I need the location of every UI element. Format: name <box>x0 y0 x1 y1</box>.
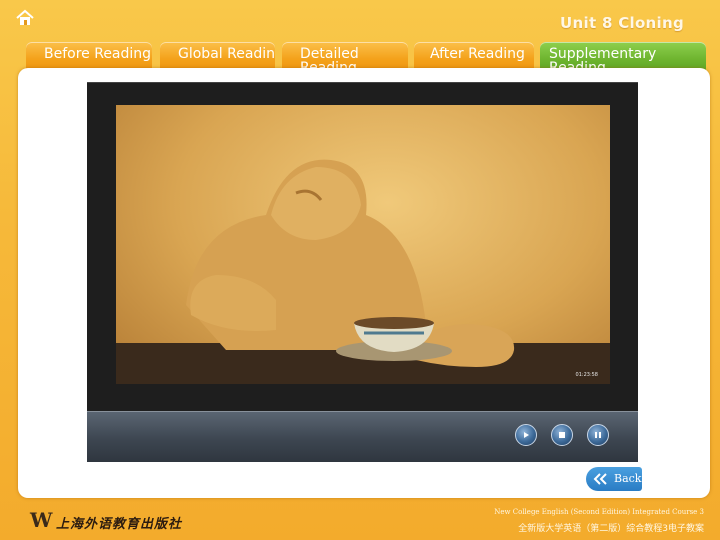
tab-supplementary-reading[interactable]: Supplementary Reading <box>540 42 706 70</box>
stop-icon <box>559 432 565 438</box>
home-icon[interactable] <box>15 9 35 27</box>
tab-detailed-reading[interactable]: Detailed Reading <box>282 42 408 70</box>
play-icon <box>524 432 529 438</box>
back-button[interactable]: Back <box>586 467 642 491</box>
back-label: Back <box>614 472 642 485</box>
publisher-name: 上海外语教育出版社 <box>56 517 183 532</box>
unit-title: Unit 8 Cloning <box>560 14 684 32</box>
video-frame[interactable]: 01:23:58 <box>116 105 610 384</box>
tab-before-reading[interactable]: Before Reading <box>26 42 152 70</box>
tab-label: Supplementary Reading <box>549 46 657 70</box>
stop-button[interactable] <box>551 424 573 446</box>
tab-after-reading[interactable]: After Reading <box>414 42 534 70</box>
pause-button[interactable] <box>587 424 609 446</box>
video-player[interactable]: 01:23:58 <box>87 82 638 462</box>
w-logo-icon: W <box>30 508 53 532</box>
course-title-en: New College English (Second Edition) Int… <box>494 508 704 516</box>
double-chevron-left-icon <box>593 473 607 485</box>
video-timestamp: 01:23:58 <box>575 372 598 378</box>
tab-label: Detailed Reading <box>300 46 359 70</box>
tab-label: Global Reading <box>178 46 275 62</box>
course-title-cn: 全新版大学英语（第二版）综合教程3电子教案 <box>518 524 704 534</box>
tab-global-reading[interactable]: Global Reading <box>160 42 275 70</box>
player-controls <box>87 411 638 462</box>
pause-icon <box>595 432 601 438</box>
claymation-scene-image <box>116 159 610 384</box>
publisher-logo: W 上海外语教育出版社 <box>30 510 200 532</box>
tab-label: After Reading <box>430 46 525 62</box>
play-button[interactable] <box>515 424 537 446</box>
tab-label: Before Reading <box>44 46 152 62</box>
